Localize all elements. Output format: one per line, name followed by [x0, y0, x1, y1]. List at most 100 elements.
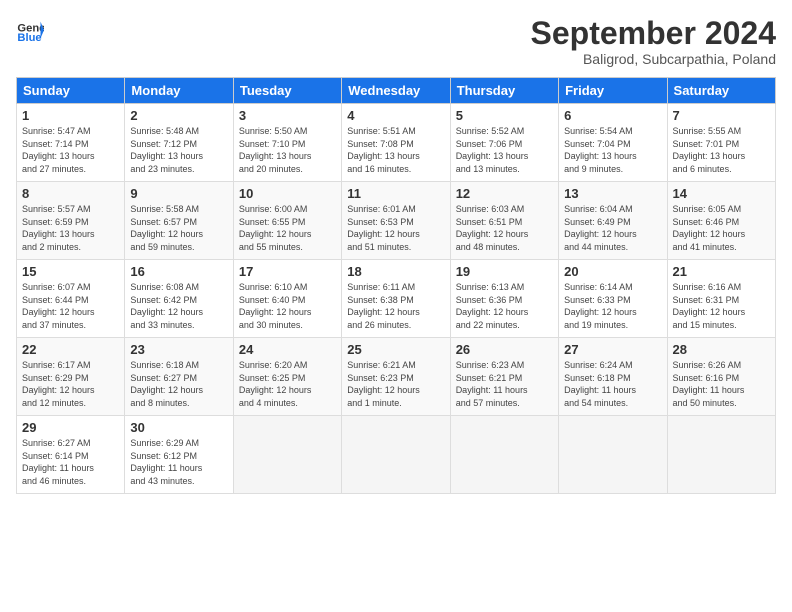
day-cell: 14 Sunrise: 6:05 AM Sunset: 6:46 PM Dayli…	[667, 182, 775, 260]
week-row-5: 29 Sunrise: 6:27 AM Sunset: 6:14 PM Dayli…	[17, 416, 776, 494]
day-info: Sunrise: 5:52 AM Sunset: 7:06 PM Dayligh…	[456, 125, 553, 175]
day-number: 28	[673, 342, 770, 357]
day-info: Sunrise: 6:21 AM Sunset: 6:23 PM Dayligh…	[347, 359, 444, 409]
day-info: Sunrise: 6:13 AM Sunset: 6:36 PM Dayligh…	[456, 281, 553, 331]
day-cell	[667, 416, 775, 494]
day-number: 4	[347, 108, 444, 123]
day-cell: 13 Sunrise: 6:04 AM Sunset: 6:49 PM Dayli…	[559, 182, 667, 260]
title-block: September 2024 Baligrod, Subcarpathia, P…	[531, 16, 776, 67]
day-cell: 27 Sunrise: 6:24 AM Sunset: 6:18 PM Dayli…	[559, 338, 667, 416]
day-cell: 7 Sunrise: 5:55 AM Sunset: 7:01 PM Daylig…	[667, 104, 775, 182]
col-saturday: Saturday	[667, 78, 775, 104]
col-thursday: Thursday	[450, 78, 558, 104]
day-info: Sunrise: 6:04 AM Sunset: 6:49 PM Dayligh…	[564, 203, 661, 253]
day-number: 18	[347, 264, 444, 279]
day-cell: 26 Sunrise: 6:23 AM Sunset: 6:21 PM Dayli…	[450, 338, 558, 416]
day-info: Sunrise: 6:14 AM Sunset: 6:33 PM Dayligh…	[564, 281, 661, 331]
day-number: 10	[239, 186, 336, 201]
month-title: September 2024	[531, 16, 776, 51]
day-cell: 4Sunrise: 5:51 AM Sunset: 7:08 PM Daylig…	[342, 104, 450, 182]
day-info: Sunrise: 6:07 AM Sunset: 6:44 PM Dayligh…	[22, 281, 119, 331]
day-info: Sunrise: 6:17 AM Sunset: 6:29 PM Dayligh…	[22, 359, 119, 409]
calendar-table: Sunday Monday Tuesday Wednesday Thursday…	[16, 77, 776, 494]
day-info: Sunrise: 6:00 AM Sunset: 6:55 PM Dayligh…	[239, 203, 336, 253]
day-info: Sunrise: 6:08 AM Sunset: 6:42 PM Dayligh…	[130, 281, 227, 331]
day-info: Sunrise: 5:57 AM Sunset: 6:59 PM Dayligh…	[22, 203, 119, 253]
col-friday: Friday	[559, 78, 667, 104]
day-number: 3	[239, 108, 336, 123]
day-number: 29	[22, 420, 119, 435]
day-cell: 10 Sunrise: 6:00 AM Sunset: 6:55 PM Dayli…	[233, 182, 341, 260]
day-cell: 28Sunrise: 6:26 AM Sunset: 6:16 PM Dayli…	[667, 338, 775, 416]
day-cell: 21 Sunrise: 6:16 AM Sunset: 6:31 PM Dayli…	[667, 260, 775, 338]
subtitle: Baligrod, Subcarpathia, Poland	[531, 51, 776, 67]
day-info: Sunrise: 5:55 AM Sunset: 7:01 PM Dayligh…	[673, 125, 770, 175]
day-number: 17	[239, 264, 336, 279]
day-info: Sunrise: 6:18 AM Sunset: 6:27 PM Dayligh…	[130, 359, 227, 409]
main-container: General Blue September 2024 Baligrod, Su…	[0, 0, 792, 504]
logo: General Blue	[16, 16, 44, 44]
day-number: 2	[130, 108, 227, 123]
day-number: 23	[130, 342, 227, 357]
week-row-4: 22 Sunrise: 6:17 AM Sunset: 6:29 PM Dayli…	[17, 338, 776, 416]
day-cell: 24Sunrise: 6:20 AM Sunset: 6:25 PM Dayli…	[233, 338, 341, 416]
day-number: 7	[673, 108, 770, 123]
day-info: Sunrise: 6:20 AM Sunset: 6:25 PM Dayligh…	[239, 359, 336, 409]
day-number: 5	[456, 108, 553, 123]
day-number: 14	[673, 186, 770, 201]
day-number: 8	[22, 186, 119, 201]
day-cell	[450, 416, 558, 494]
day-number: 19	[456, 264, 553, 279]
day-info: Sunrise: 6:10 AM Sunset: 6:40 PM Dayligh…	[239, 281, 336, 331]
day-cell: 6Sunrise: 5:54 AM Sunset: 7:04 PM Daylig…	[559, 104, 667, 182]
day-cell: 23 Sunrise: 6:18 AM Sunset: 6:27 PM Dayli…	[125, 338, 233, 416]
day-cell: 11 Sunrise: 6:01 AM Sunset: 6:53 PM Dayli…	[342, 182, 450, 260]
svg-text:Blue: Blue	[17, 32, 41, 44]
day-info: Sunrise: 6:11 AM Sunset: 6:38 PM Dayligh…	[347, 281, 444, 331]
day-info: Sunrise: 5:54 AM Sunset: 7:04 PM Dayligh…	[564, 125, 661, 175]
day-cell: 30 Sunrise: 6:29 AM Sunset: 6:12 PM Dayli…	[125, 416, 233, 494]
day-cell: 12Sunrise: 6:03 AM Sunset: 6:51 PM Dayli…	[450, 182, 558, 260]
day-number: 9	[130, 186, 227, 201]
day-info: Sunrise: 6:29 AM Sunset: 6:12 PM Dayligh…	[130, 437, 227, 487]
day-number: 16	[130, 264, 227, 279]
day-info: Sunrise: 6:16 AM Sunset: 6:31 PM Dayligh…	[673, 281, 770, 331]
day-cell: 19 Sunrise: 6:13 AM Sunset: 6:36 PM Dayli…	[450, 260, 558, 338]
day-number: 13	[564, 186, 661, 201]
day-cell: 8 Sunrise: 5:57 AM Sunset: 6:59 PM Daylig…	[17, 182, 125, 260]
day-cell: 2 Sunrise: 5:48 AM Sunset: 7:12 PM Daylig…	[125, 104, 233, 182]
col-monday: Monday	[125, 78, 233, 104]
header-row: Sunday Monday Tuesday Wednesday Thursday…	[17, 78, 776, 104]
day-number: 26	[456, 342, 553, 357]
day-number: 22	[22, 342, 119, 357]
day-info: Sunrise: 6:01 AM Sunset: 6:53 PM Dayligh…	[347, 203, 444, 253]
day-cell: 1Sunrise: 5:47 AM Sunset: 7:14 PM Daylig…	[17, 104, 125, 182]
col-wednesday: Wednesday	[342, 78, 450, 104]
day-number: 27	[564, 342, 661, 357]
header: General Blue September 2024 Baligrod, Su…	[16, 16, 776, 67]
day-cell	[342, 416, 450, 494]
day-info: Sunrise: 6:03 AM Sunset: 6:51 PM Dayligh…	[456, 203, 553, 253]
day-number: 25	[347, 342, 444, 357]
day-info: Sunrise: 6:27 AM Sunset: 6:14 PM Dayligh…	[22, 437, 119, 487]
day-cell: 15Sunrise: 6:07 AM Sunset: 6:44 PM Dayli…	[17, 260, 125, 338]
day-info: Sunrise: 6:23 AM Sunset: 6:21 PM Dayligh…	[456, 359, 553, 409]
day-cell: 5 Sunrise: 5:52 AM Sunset: 7:06 PM Daylig…	[450, 104, 558, 182]
day-number: 11	[347, 186, 444, 201]
day-number: 21	[673, 264, 770, 279]
day-cell: 20 Sunrise: 6:14 AM Sunset: 6:33 PM Dayli…	[559, 260, 667, 338]
logo-icon: General Blue	[16, 16, 44, 44]
day-info: Sunrise: 6:24 AM Sunset: 6:18 PM Dayligh…	[564, 359, 661, 409]
day-cell: 3Sunrise: 5:50 AM Sunset: 7:10 PM Daylig…	[233, 104, 341, 182]
col-tuesday: Tuesday	[233, 78, 341, 104]
day-number: 20	[564, 264, 661, 279]
week-row-3: 15Sunrise: 6:07 AM Sunset: 6:44 PM Dayli…	[17, 260, 776, 338]
day-info: Sunrise: 5:48 AM Sunset: 7:12 PM Dayligh…	[130, 125, 227, 175]
day-info: Sunrise: 5:47 AM Sunset: 7:14 PM Dayligh…	[22, 125, 119, 175]
day-cell: 9 Sunrise: 5:58 AM Sunset: 6:57 PM Daylig…	[125, 182, 233, 260]
day-cell: 25 Sunrise: 6:21 AM Sunset: 6:23 PM Dayli…	[342, 338, 450, 416]
day-number: 30	[130, 420, 227, 435]
day-info: Sunrise: 6:05 AM Sunset: 6:46 PM Dayligh…	[673, 203, 770, 253]
col-sunday: Sunday	[17, 78, 125, 104]
day-info: Sunrise: 5:58 AM Sunset: 6:57 PM Dayligh…	[130, 203, 227, 253]
